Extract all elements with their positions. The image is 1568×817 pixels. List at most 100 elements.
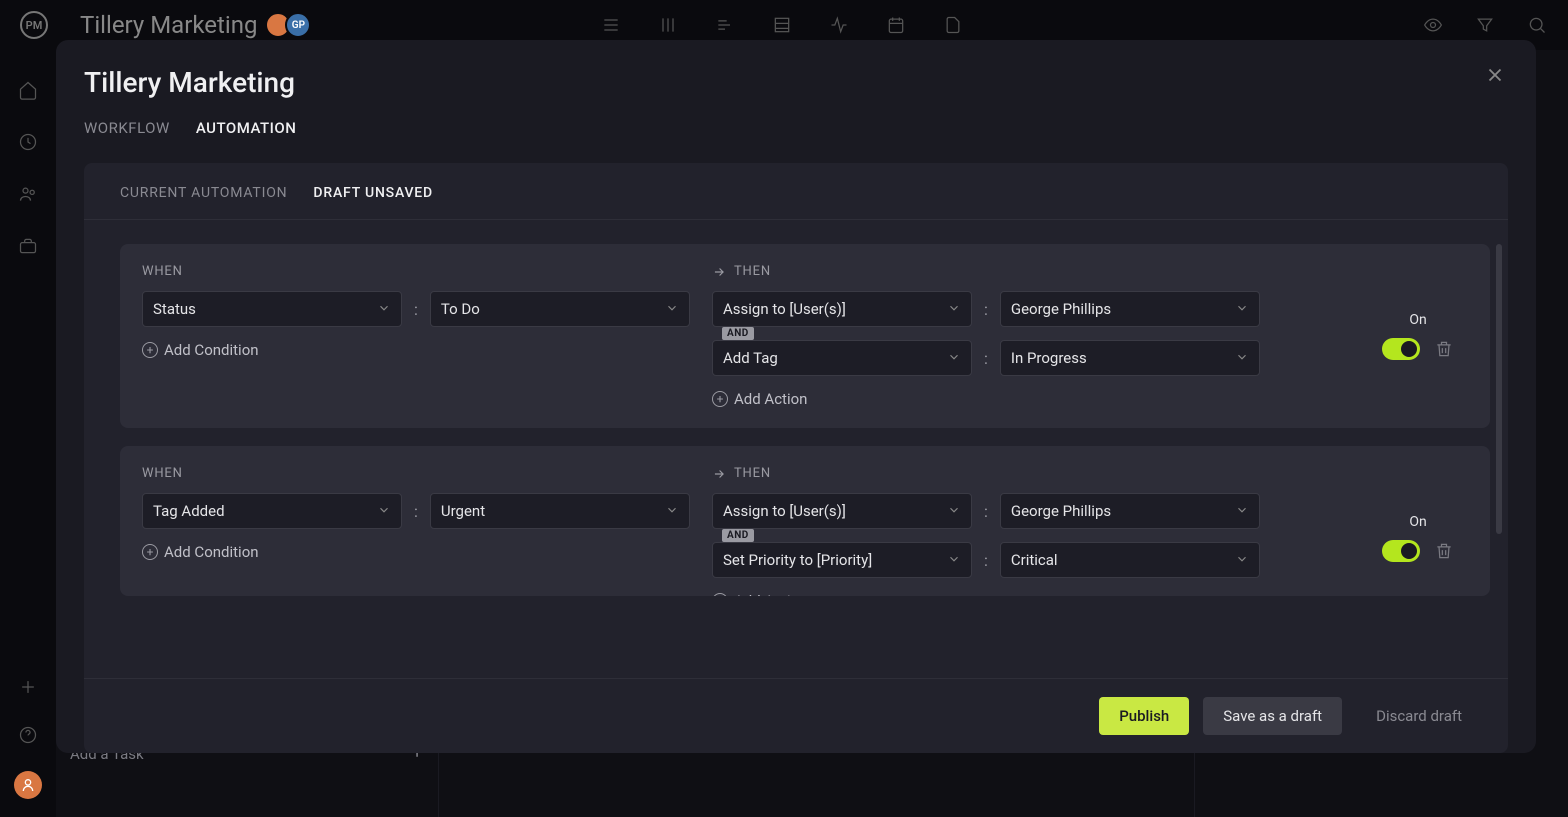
project-title-bg: Tillery Marketing [80,11,257,39]
file-icon[interactable] [942,14,964,36]
tab-workflow[interactable]: WORKFLOW [84,119,170,143]
plus-circle-icon: + [142,544,158,560]
recent-icon[interactable] [16,130,40,154]
tab-automation[interactable]: AUTOMATION [196,119,297,143]
help-icon[interactable] [16,723,40,747]
rule-toggle-section: On [1368,264,1468,408]
action-value: Set Priority to [Priority] [723,551,872,569]
rule-toggle-section: On [1368,466,1468,596]
save-draft-button[interactable]: Save as a draft [1203,697,1342,735]
chevron-down-icon [947,350,961,367]
when-section: WHEN Tag Added : Urgent [142,466,702,596]
trigger-value-select[interactable]: To Do [430,291,690,327]
modal-footer: Publish Save as a draft Discard draft [84,678,1508,753]
add-icon[interactable] [16,675,40,699]
scrollbar[interactable] [1496,244,1502,534]
chevron-down-icon [377,503,391,520]
filter-icon[interactable] [1474,14,1496,36]
action-select[interactable]: Assign to [User(s)] [712,493,972,529]
trigger-value-select[interactable]: Urgent [430,493,690,529]
then-section: THEN Assign to [User(s)] : George Phi [712,466,1358,596]
add-condition-link[interactable]: + Add Condition [142,543,702,561]
and-badge: AND [722,327,754,340]
colon: : [412,502,420,521]
rule-toggle[interactable] [1382,540,1420,562]
chevron-down-icon [377,301,391,318]
team-icon[interactable] [16,182,40,206]
action-value: Assign to [User(s)] [723,502,846,520]
trigger-value: Tag Added [153,502,225,520]
action-value: Assign to [User(s)] [723,300,846,318]
action-select[interactable]: Add Tag [712,340,972,376]
action-select[interactable]: Assign to [User(s)] [712,291,972,327]
action-value-select[interactable]: George Phillips [1000,493,1260,529]
automation-sub-tabs: CURRENT AUTOMATION DRAFT UNSAVED [84,163,1508,220]
close-button[interactable] [1484,64,1508,88]
then-label: THEN [712,466,1358,481]
search-icon[interactable] [1526,14,1548,36]
toggle-label: On [1409,514,1426,530]
automation-panel: CURRENT AUTOMATION DRAFT UNSAVED WHEN St… [84,163,1508,753]
board-view-icon[interactable] [657,14,679,36]
and-badge: AND [722,529,754,542]
when-label: WHEN [142,264,702,279]
action-value: Add Tag [723,349,778,367]
action-value-select[interactable]: Critical [1000,542,1260,578]
user-avatar[interactable] [14,771,42,799]
chevron-down-icon [947,301,961,318]
eye-icon[interactable] [1422,14,1444,36]
chevron-down-icon [1235,552,1249,569]
home-icon[interactable] [16,78,40,102]
add-condition-link[interactable]: + Add Condition [142,341,702,359]
discard-draft-button[interactable]: Discard draft [1356,697,1482,735]
action-value-text: Critical [1011,551,1058,569]
trigger-select[interactable]: Status [142,291,402,327]
trigger-value-text: To Do [441,300,480,318]
activity-icon[interactable] [828,14,850,36]
add-action-label: Add Action [734,592,807,596]
add-action-link[interactable]: + Add Action [712,390,1358,408]
sub-tab-current[interactable]: CURRENT AUTOMATION [120,185,287,201]
action-value-select[interactable]: In Progress [1000,340,1260,376]
chevron-down-icon [1235,350,1249,367]
chevron-down-icon [947,552,961,569]
chevron-down-icon [665,301,679,318]
rules-list: WHEN Status : To Do [84,220,1508,678]
then-label: THEN [712,264,1358,279]
arrow-right-icon [712,265,726,279]
fade-overlay [120,628,1490,678]
colon: : [982,502,990,521]
modal-tabs: WORKFLOW AUTOMATION [56,99,1536,143]
avatar-group[interactable]: GP [271,12,311,38]
action-value-text: George Phillips [1011,300,1111,318]
when-section: WHEN Status : To Do [142,264,702,408]
automation-rule: WHEN Status : To Do [120,244,1490,428]
avatar[interactable]: GP [285,12,311,38]
delete-rule-button[interactable] [1434,339,1454,359]
plus-circle-icon: + [712,593,728,596]
delete-rule-button[interactable] [1434,541,1454,561]
chevron-down-icon [1235,301,1249,318]
briefcase-icon[interactable] [16,234,40,258]
toggle-label: On [1409,312,1426,328]
table-view-icon[interactable] [771,14,793,36]
rule-toggle[interactable] [1382,338,1420,360]
trigger-select[interactable]: Tag Added [142,493,402,529]
gantt-view-icon[interactable] [714,14,736,36]
app-logo[interactable]: PM [20,11,48,39]
when-label: WHEN [142,466,702,481]
add-action-link[interactable]: + Add Action [712,592,1358,596]
trigger-value-text: Urgent [441,502,485,520]
action-value-select[interactable]: George Phillips [1000,291,1260,327]
then-section: THEN Assign to [User(s)] : George Phi [712,264,1358,408]
colon: : [982,551,990,570]
action-value-text: George Phillips [1011,502,1111,520]
colon: : [412,300,420,319]
action-select[interactable]: Set Priority to [Priority] [712,542,972,578]
plus-circle-icon: + [712,391,728,407]
list-view-icon[interactable] [600,14,622,36]
sub-tab-draft[interactable]: DRAFT UNSAVED [313,185,433,201]
publish-button[interactable]: Publish [1099,697,1189,735]
add-condition-label: Add Condition [164,543,259,561]
calendar-icon[interactable] [885,14,907,36]
